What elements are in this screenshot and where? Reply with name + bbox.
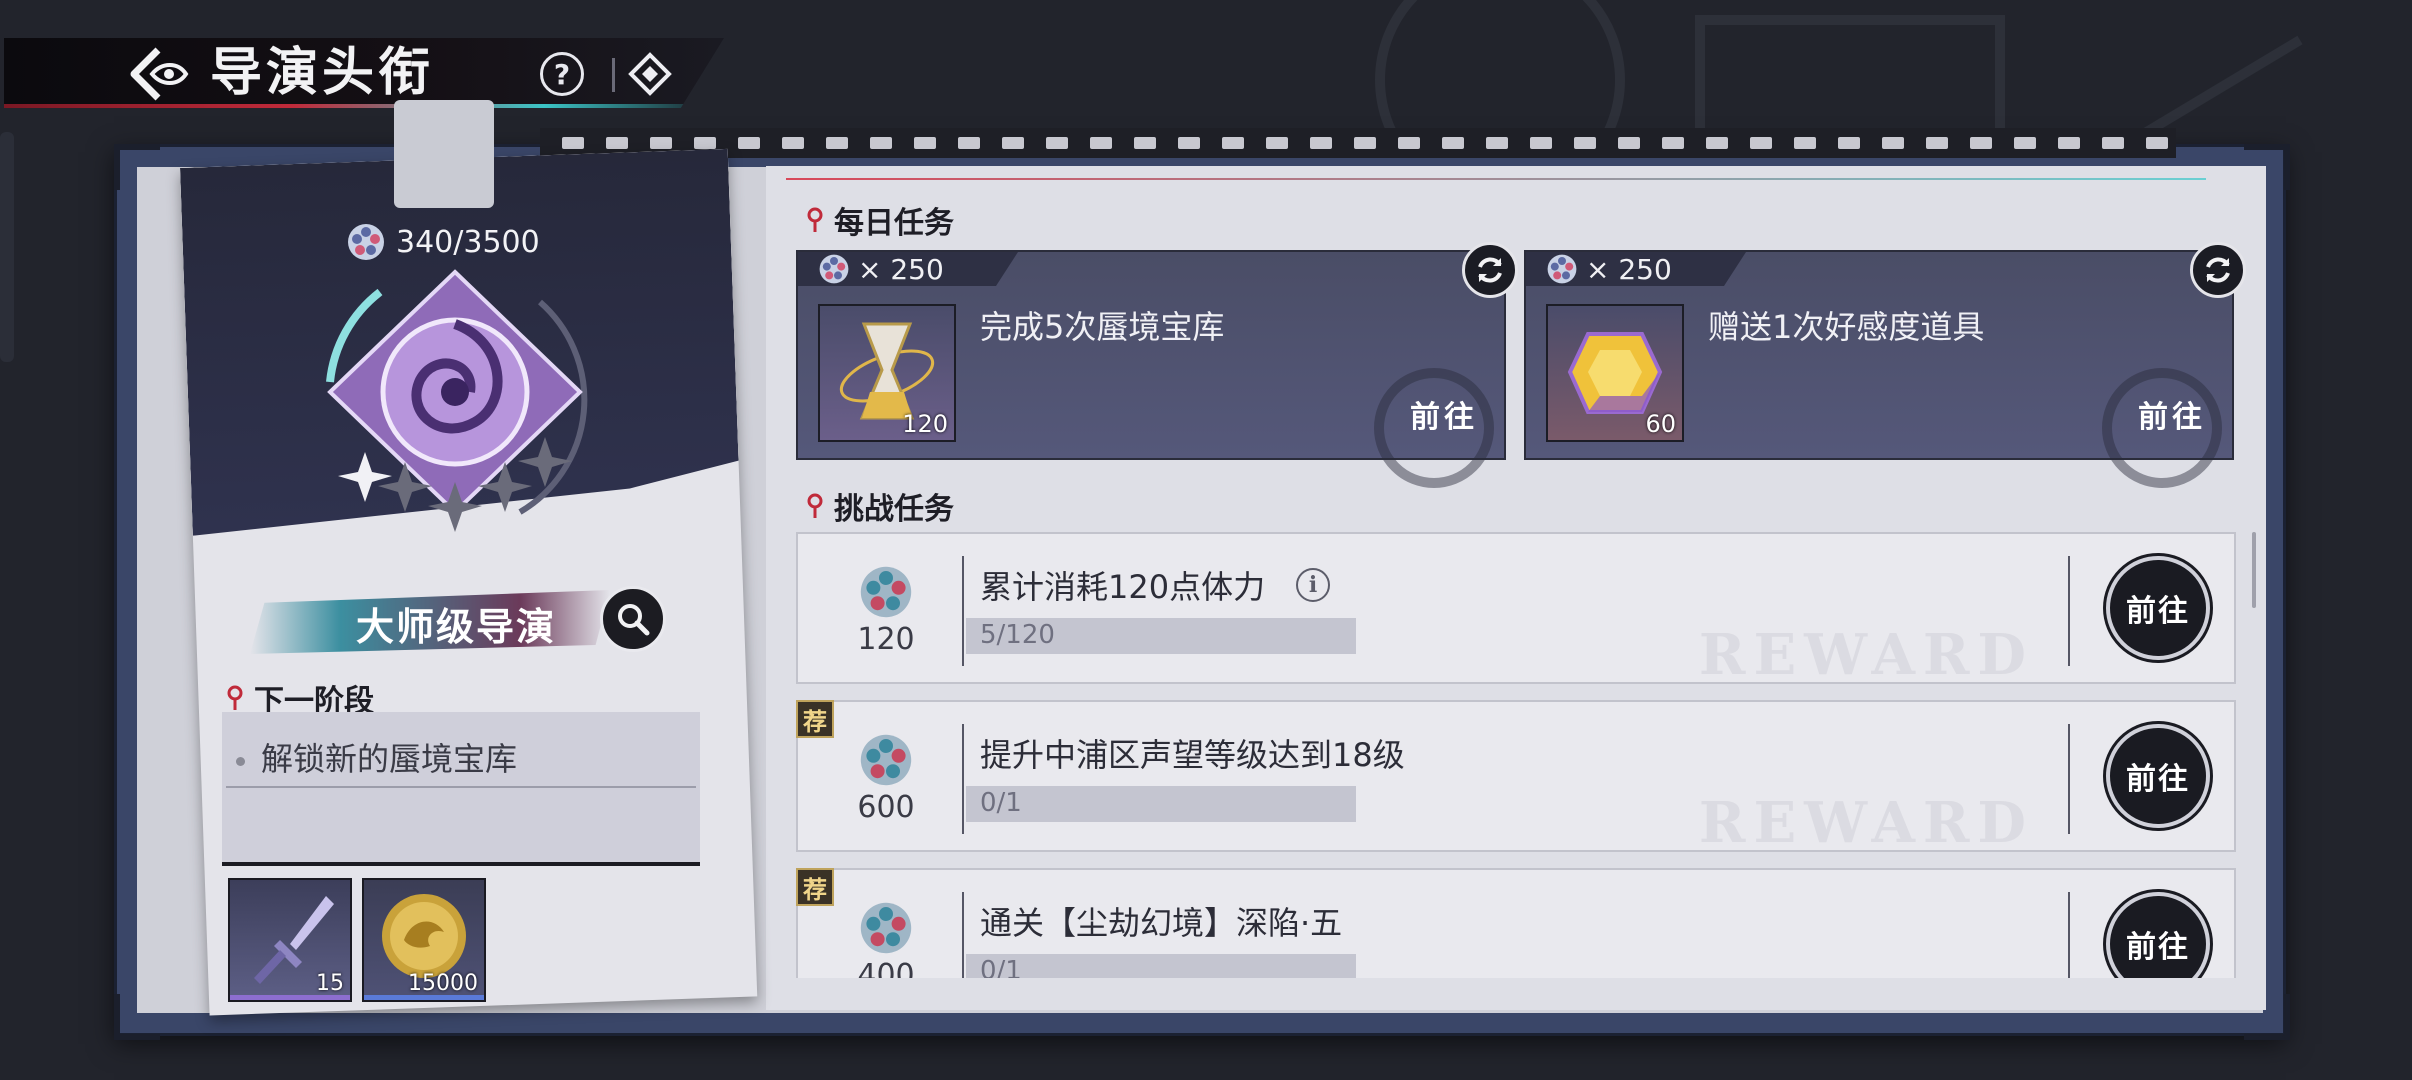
diamond-home-icon xyxy=(628,52,672,96)
card-clip xyxy=(394,100,494,208)
magnifier-icon xyxy=(618,604,650,636)
progress-bar xyxy=(966,786,1356,822)
film-reel-icon xyxy=(860,734,912,786)
challenge-task-desc: 提升中浦区声望等级达到18级 xyxy=(980,736,1405,774)
challenge-go-button[interactable]: 前往 xyxy=(2106,556,2210,660)
film-reel-icon xyxy=(860,902,912,954)
rank-label: 大师级导演 xyxy=(356,604,557,649)
challenge-list[interactable]: 120 累计消耗120点体力 i 5/120 REWARD 前往 600 提升中… xyxy=(796,530,2236,978)
red-pin-icon xyxy=(227,685,243,710)
reward-item-dagger[interactable]: 15 xyxy=(228,878,352,1002)
daily-task-card: × 250 120 完成5次蜃境宝库 前往 xyxy=(796,242,1518,488)
daily-item-qty: 120 xyxy=(902,410,948,438)
recommend-badge: 荐 xyxy=(796,868,834,906)
recommend-badge: 荐 xyxy=(796,700,834,738)
daily-heading: 每日任务 xyxy=(806,198,954,242)
challenge-reward-amount: 400 xyxy=(857,958,915,978)
challenge-task-row: 400 通关【尘劫幻境】深陷·五 0/1 前往 xyxy=(796,868,2236,978)
row-divider xyxy=(2068,892,2070,978)
challenge-heading: 挑战任务 xyxy=(806,484,954,528)
daily-task-card: × 250 60 赠送1次好感度道具 前往 xyxy=(1524,242,2246,488)
challenge-task-desc: 通关【尘劫幻境】深陷·五 xyxy=(980,904,1343,942)
daily-item-qty: 60 xyxy=(1645,410,1676,438)
next-stage-divider xyxy=(226,786,696,788)
task-panel-accent xyxy=(786,178,2206,180)
daily-item-slot[interactable]: 120 xyxy=(818,304,956,442)
film-reel-icon xyxy=(1547,254,1577,284)
challenge-reward-amount: 120 xyxy=(857,622,915,657)
challenge-go-button[interactable]: 前往 xyxy=(2106,892,2210,978)
rank-emblem xyxy=(326,269,588,532)
reward-item-qty: 15000 xyxy=(408,971,478,996)
row-divider xyxy=(962,724,964,834)
daily-title: 每日任务 xyxy=(834,206,954,241)
help-button[interactable]: ? xyxy=(540,52,584,96)
challenge-task-row: 120 累计消耗120点体力 i 5/120 REWARD 前往 xyxy=(796,532,2236,688)
challenge-title: 挑战任务 xyxy=(834,492,954,527)
daily-reward-amount: × 250 xyxy=(858,252,944,286)
back-button[interactable] xyxy=(128,44,190,104)
board-corner-tl xyxy=(114,144,160,190)
film-strip-decoration xyxy=(540,128,2176,158)
reward-item-coin[interactable]: 15000 xyxy=(362,878,486,1002)
red-pin-icon xyxy=(807,493,823,518)
page-title: 导演头衔 xyxy=(210,42,435,103)
scrollbar-thumb[interactable] xyxy=(2252,532,2256,608)
challenge-go-button[interactable]: 前往 xyxy=(2106,724,2210,828)
back-arrow-icon xyxy=(130,47,189,101)
progress-text: 0/1 xyxy=(980,788,1022,818)
refresh-icon xyxy=(2206,257,2230,283)
reward-item-qty: 15 xyxy=(316,971,344,996)
daily-reward-amount: × 250 xyxy=(1586,252,1672,286)
challenge-task-desc: 累计消耗120点体力 xyxy=(980,568,1266,606)
rank-search-button[interactable] xyxy=(600,586,666,652)
rarity-bar xyxy=(230,995,350,1000)
info-icon[interactable]: i xyxy=(1296,568,1330,602)
row-divider xyxy=(2068,556,2070,666)
points-display: 340/3500 xyxy=(346,222,540,262)
refresh-button[interactable] xyxy=(2190,242,2246,298)
next-stage-item: 解锁新的蜃境宝库 xyxy=(236,734,517,780)
progress-bar xyxy=(966,954,1356,978)
challenge-reward-amount: 600 xyxy=(857,790,915,825)
progress-text: 0/1 xyxy=(980,956,1022,978)
help-icon: ? xyxy=(553,57,571,91)
row-divider xyxy=(962,892,964,978)
daily-reward-tag: × 250 xyxy=(798,252,1018,286)
film-reel-icon xyxy=(819,254,849,284)
progress-text: 5/120 xyxy=(980,620,1055,650)
refresh-button[interactable] xyxy=(1462,242,1518,298)
row-divider xyxy=(962,556,964,666)
rarity-bar xyxy=(364,995,484,1000)
board-corner-bl xyxy=(114,994,160,1040)
daily-item-slot[interactable]: 60 xyxy=(1546,304,1684,442)
reward-watermark: REWARD xyxy=(1698,790,2034,856)
challenge-task-row: 600 提升中浦区声望等级达到18级 0/1 REWARD 前往 xyxy=(796,700,2236,856)
red-pin-icon xyxy=(807,207,823,232)
refresh-icon xyxy=(1478,257,1502,283)
daily-task-desc: 赠送1次好感度道具 xyxy=(1708,308,1985,346)
film-reel-icon xyxy=(860,566,912,618)
daily-go-button[interactable]: 前往 xyxy=(1410,392,1478,436)
daily-reward-tag: × 250 xyxy=(1526,252,1746,286)
film-reel-icon xyxy=(348,224,384,260)
row-divider xyxy=(2068,724,2070,834)
reward-watermark: REWARD xyxy=(1698,622,2034,688)
points-value: 340/3500 xyxy=(396,224,540,260)
daily-go-button[interactable]: 前往 xyxy=(2138,392,2206,436)
home-button[interactable] xyxy=(626,50,674,98)
daily-task-desc: 完成5次蜃境宝库 xyxy=(980,308,1225,346)
header-divider xyxy=(612,58,615,92)
